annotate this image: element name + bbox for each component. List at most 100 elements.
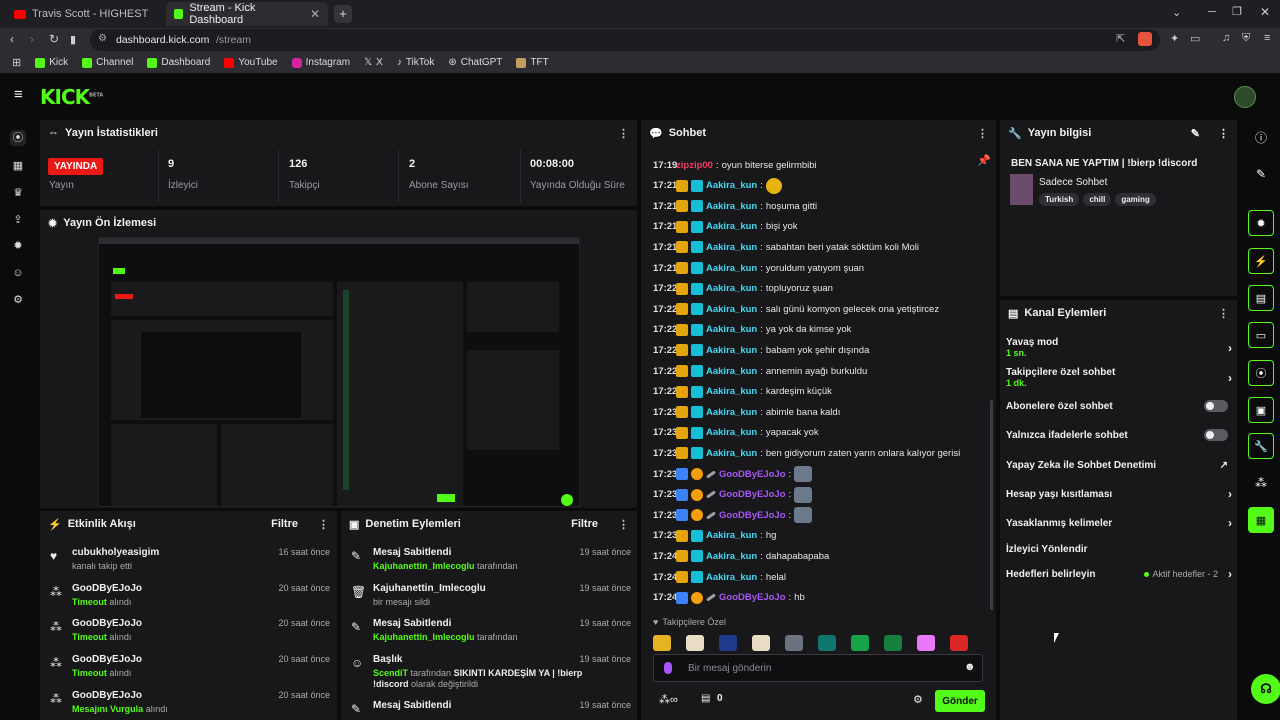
more-options-icon[interactable]: ⋮	[1218, 307, 1229, 320]
bookmark-icon[interactable]: ▮	[70, 33, 76, 46]
more-options-icon[interactable]: ⋮	[618, 127, 629, 140]
action-ai-moderation[interactable]: Yapay Zeka ile Sohbet Denetimi ↗	[1006, 460, 1232, 471]
chat-message[interactable]: 17:23 Aakira_kun: hg	[653, 527, 776, 545]
chat-message[interactable]: 17:19 zipzip00: oyun biterse gelirmbibi	[653, 156, 817, 174]
browser-tab-kick[interactable]: Stream - Kick Dashboard ✕	[166, 2, 328, 26]
bot-widget-icon[interactable]: ⁂	[1248, 470, 1274, 496]
emotes-only-toggle[interactable]	[1204, 429, 1228, 441]
message-username[interactable]: Aakira_kun	[706, 530, 757, 541]
message-username[interactable]: Aakira_kun	[706, 572, 757, 583]
gear-nav-icon[interactable]: ✹	[10, 238, 26, 254]
message-username[interactable]: Aakira_kun	[706, 551, 757, 562]
moderation-widget-icon[interactable]: ▣	[1248, 397, 1274, 423]
more-options-icon[interactable]: ⋮	[318, 518, 329, 531]
message-username[interactable]: GooDByEJoJo	[719, 489, 786, 500]
trophy-nav-icon[interactable]: ♛	[10, 185, 26, 201]
bookmark-youtube[interactable]: YouTube	[224, 57, 278, 68]
chat-message[interactable]: 17:24 Aakira_kun: dahapabapaba	[653, 547, 829, 565]
back-icon[interactable]: ‹	[10, 32, 14, 46]
chat-settings-icon[interactable]: ⚙	[913, 693, 923, 706]
chat-message[interactable]: 17:24 Aakira_kun: helal	[653, 568, 786, 586]
extensions-icon[interactable]: ✦	[1170, 32, 1179, 45]
emoji-picker-icon[interactable]: ☻	[964, 661, 976, 673]
broadcast-widget-icon[interactable]: ⦿	[1248, 360, 1274, 386]
chat-message[interactable]: 17:21 Aakira_kun: hoşuma gitti	[653, 197, 817, 215]
bookmark-dashboard[interactable]: Dashboard	[147, 57, 210, 68]
send-button[interactable]: Gönder	[935, 690, 985, 712]
emote-icon[interactable]	[884, 635, 902, 651]
more-options-icon[interactable]: ⋮	[618, 518, 629, 531]
browser-tab-youtube[interactable]: Travis Scott - HIGHEST IN THE RO	[6, 2, 164, 26]
chat-message[interactable]: 17:21 Aakira_kun:	[653, 177, 782, 195]
reload-icon[interactable]: ↻	[49, 32, 59, 46]
chat-message[interactable]: 17:23 GooDByEJoJo:	[653, 486, 813, 504]
bookmark-channel[interactable]: Channel	[82, 57, 133, 68]
new-tab-button[interactable]: +	[334, 5, 352, 23]
chat-message[interactable]: 17:22 Aakira_kun: salı günü komyon gelecek…	[653, 300, 939, 318]
close-window-icon[interactable]: ✕	[1260, 5, 1270, 19]
message-username[interactable]: Aakira_kun	[706, 283, 757, 294]
subscribers-only-toggle[interactable]	[1204, 400, 1228, 412]
chat-message[interactable]: 17:24 GooDByEJoJo: hb	[653, 589, 805, 607]
bookmark-kick[interactable]: Kick	[35, 57, 68, 68]
stream-nav-icon[interactable]: ⦿	[10, 130, 26, 146]
site-info-icon[interactable]: ⚙	[98, 33, 107, 44]
action-followers-only[interactable]: Takipçilere özel sohbet 1 dk. ›	[1006, 367, 1232, 388]
message-username[interactable]: GooDByEJoJo	[719, 469, 786, 480]
add-widget-icon[interactable]: ▦	[1248, 507, 1274, 533]
close-tab-icon[interactable]: ✕	[310, 7, 320, 21]
chat-message[interactable]: 17:21 Aakira_kun: yoruldum yatıyom şuan	[653, 259, 864, 277]
apps-grid-icon[interactable]: ⊞	[12, 56, 21, 69]
chat-message[interactable]: 17:22 Aakira_kun: kardeşim küçük	[653, 383, 832, 401]
message-username[interactable]: zipzip00	[676, 160, 713, 171]
users-nav-icon[interactable]: ☺	[10, 265, 26, 281]
share-icon[interactable]: ⇱	[1116, 32, 1125, 45]
more-options-icon[interactable]: ⋮	[1218, 127, 1229, 140]
emote-icon[interactable]	[917, 635, 935, 651]
settings-nav-icon[interactable]: ⚙	[10, 292, 26, 308]
more-options-icon[interactable]: ⋮	[977, 127, 988, 140]
emote-icon[interactable]	[851, 635, 869, 651]
music-icon[interactable]: ♫	[1222, 32, 1230, 44]
chat-message[interactable]: 17:23 GooDByEJoJo:	[653, 506, 813, 524]
message-username[interactable]: Aakira_kun	[706, 324, 757, 335]
bookmark-tft[interactable]: TFT	[516, 57, 549, 68]
action-host[interactable]: İzleyici Yönlendir	[1006, 544, 1232, 555]
message-username[interactable]: Aakira_kun	[706, 366, 757, 377]
info-icon[interactable]: ⓘ	[1248, 124, 1274, 150]
help-chat-button[interactable]: ☊	[1251, 674, 1280, 704]
message-username[interactable]: Aakira_kun	[706, 263, 757, 274]
menu-icon[interactable]: ≡	[1264, 32, 1270, 44]
filter-button[interactable]: Filtre	[571, 518, 598, 530]
message-username[interactable]: Aakira_kun	[706, 448, 757, 459]
message-username[interactable]: Aakira_kun	[706, 345, 757, 356]
chat-message[interactable]: 17:22 Aakira_kun: ya yok da kimse yok	[653, 321, 851, 339]
bookmark-tiktok[interactable]: ♪ TikTok	[397, 57, 435, 68]
stream-preview-video[interactable]	[98, 237, 580, 507]
emote-icon[interactable]	[752, 635, 770, 651]
chat-message[interactable]: 17:22 Aakira_kun: topluyoruz şuan	[653, 280, 833, 298]
analytics-nav-icon[interactable]: ▦	[10, 158, 26, 174]
bookmark-instagram[interactable]: Instagram	[291, 57, 350, 68]
message-username[interactable]: Aakira_kun	[706, 180, 757, 191]
bookmark-chatgpt[interactable]: ⊛ ChatGPT	[448, 57, 502, 68]
chat-message[interactable]: 17:22 Aakira_kun: annemin ayağı burkuldu	[653, 362, 867, 380]
emote-icon[interactable]	[686, 635, 704, 651]
chat-message[interactable]: 17:23 Aakira_kun: yapacak yok	[653, 424, 819, 442]
avatar[interactable]	[1234, 86, 1256, 108]
action-slow-mode[interactable]: Yavaş mod 1 sn. ›	[1006, 337, 1232, 358]
filter-button[interactable]: Filtre	[271, 518, 298, 530]
chat-widget-icon[interactable]: ▭	[1248, 322, 1274, 348]
message-username[interactable]: Aakira_kun	[706, 201, 757, 212]
chat-scrollbar[interactable]	[990, 400, 993, 610]
emote-icon[interactable]	[719, 635, 737, 651]
maximize-icon[interactable]: ❐	[1232, 5, 1242, 18]
kick-logo[interactable]: KICKBETA	[40, 85, 103, 109]
emote-icon[interactable]	[818, 635, 836, 651]
url-field[interactable]: ⚙ dashboard.kick.com /stream ⇱	[90, 29, 1160, 51]
message-username[interactable]: Aakira_kun	[706, 221, 757, 232]
edit-icon[interactable]: ✎	[1191, 127, 1200, 140]
action-goals[interactable]: Hedefleri belirleyin Aktif hedefler - 2 …	[1006, 567, 1232, 581]
chat-message[interactable]: 17:21 Aakira_kun: bişi yok	[653, 218, 798, 236]
message-username[interactable]: GooDByEJoJo	[719, 510, 786, 521]
